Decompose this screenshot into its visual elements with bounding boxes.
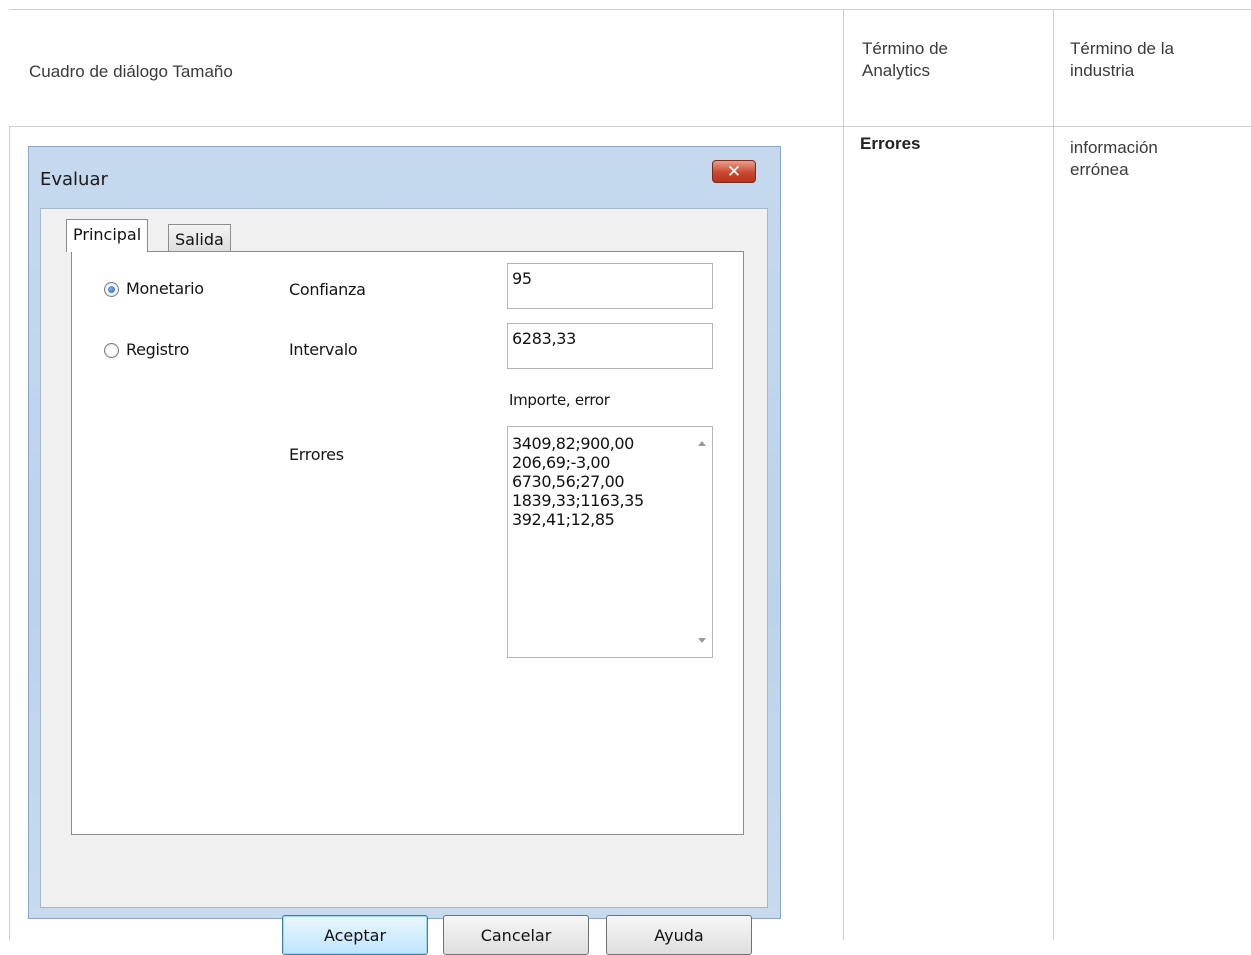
radio-registro[interactable] — [104, 343, 119, 358]
table-top-border — [9, 9, 1251, 10]
tab-panel-principal: Monetario Registro Confianza 95 Interval… — [71, 251, 744, 835]
confidence-label: Confianza — [289, 280, 366, 299]
confidence-input[interactable]: 95 — [507, 263, 713, 309]
header-industry-line1: Término de la — [1070, 39, 1174, 58]
tab-principal[interactable]: Principal — [66, 219, 149, 252]
dialog-client-area: Principal Salida Monetario Registro Conf… — [40, 208, 768, 955]
dialog-title: Evaluar — [40, 169, 108, 190]
industry-term-line2: errónea — [1070, 160, 1129, 179]
help-button[interactable]: Ayuda — [606, 915, 752, 955]
radio-registro-label: Registro — [126, 340, 190, 359]
close-button[interactable]: ✕ — [712, 160, 756, 183]
errors-label: Errores — [289, 445, 344, 464]
scroll-down-arrow-icon[interactable] — [698, 638, 706, 643]
scroll-up-arrow-icon[interactable] — [698, 441, 706, 446]
tab-salida[interactable]: Salida — [168, 224, 231, 253]
interval-label: Intervalo — [289, 340, 358, 359]
errors-textarea[interactable]: 3409,82;900,00 206,69;-3,00 6730,56;27,0… — [507, 426, 713, 658]
analytics-term-value: Errores — [860, 134, 921, 153]
tab-principal-label: Principal — [73, 224, 142, 244]
errors-line: 206,69;-3,00 — [512, 453, 610, 472]
cancel-button-label: Cancelar — [480, 925, 552, 945]
header-dialog: Cuadro de diálogo Tamaño — [29, 61, 233, 83]
ok-button-label: Aceptar — [323, 925, 387, 945]
header-dialog-text: Cuadro de diálogo Tamaño — [29, 62, 233, 81]
tab-salida-label: Salida — [175, 229, 224, 249]
errors-line: 3409,82;900,00 — [512, 434, 634, 453]
table-header-divider — [9, 126, 1251, 127]
close-icon: ✕ — [726, 161, 742, 182]
errors-line: 6730,56;27,00 — [512, 472, 625, 491]
ok-button[interactable]: Aceptar — [282, 915, 428, 955]
industry-term-value: información errónea — [1070, 137, 1158, 181]
header-analytics-line1: Término de — [862, 39, 948, 58]
evaluate-dialog: Evaluar ✕ Principal Salida Monetario Reg… — [28, 146, 781, 955]
cancel-button[interactable]: Cancelar — [443, 915, 589, 955]
errors-line: 392,41;12,85 — [512, 510, 615, 529]
column-divider-2 — [1053, 9, 1054, 940]
header-industry-term: Término de la industria — [1070, 38, 1174, 82]
radio-monetario[interactable] — [104, 282, 119, 297]
column-divider-1 — [843, 9, 844, 940]
header-industry-line2: industria — [1070, 61, 1135, 80]
interval-input[interactable]: 6283,33 — [507, 323, 713, 369]
errors-format-hint: Importe, error — [509, 391, 610, 409]
header-analytics-line2: Analytics — [862, 61, 931, 80]
industry-term-line1: información — [1070, 138, 1158, 157]
radio-monetario-label: Monetario — [126, 279, 204, 298]
header-analytics-term: Término de Analytics — [862, 38, 948, 82]
table-left-border — [9, 126, 10, 940]
help-button-label: Ayuda — [654, 925, 704, 945]
errors-line: 1839,33;1163,35 — [512, 491, 644, 510]
